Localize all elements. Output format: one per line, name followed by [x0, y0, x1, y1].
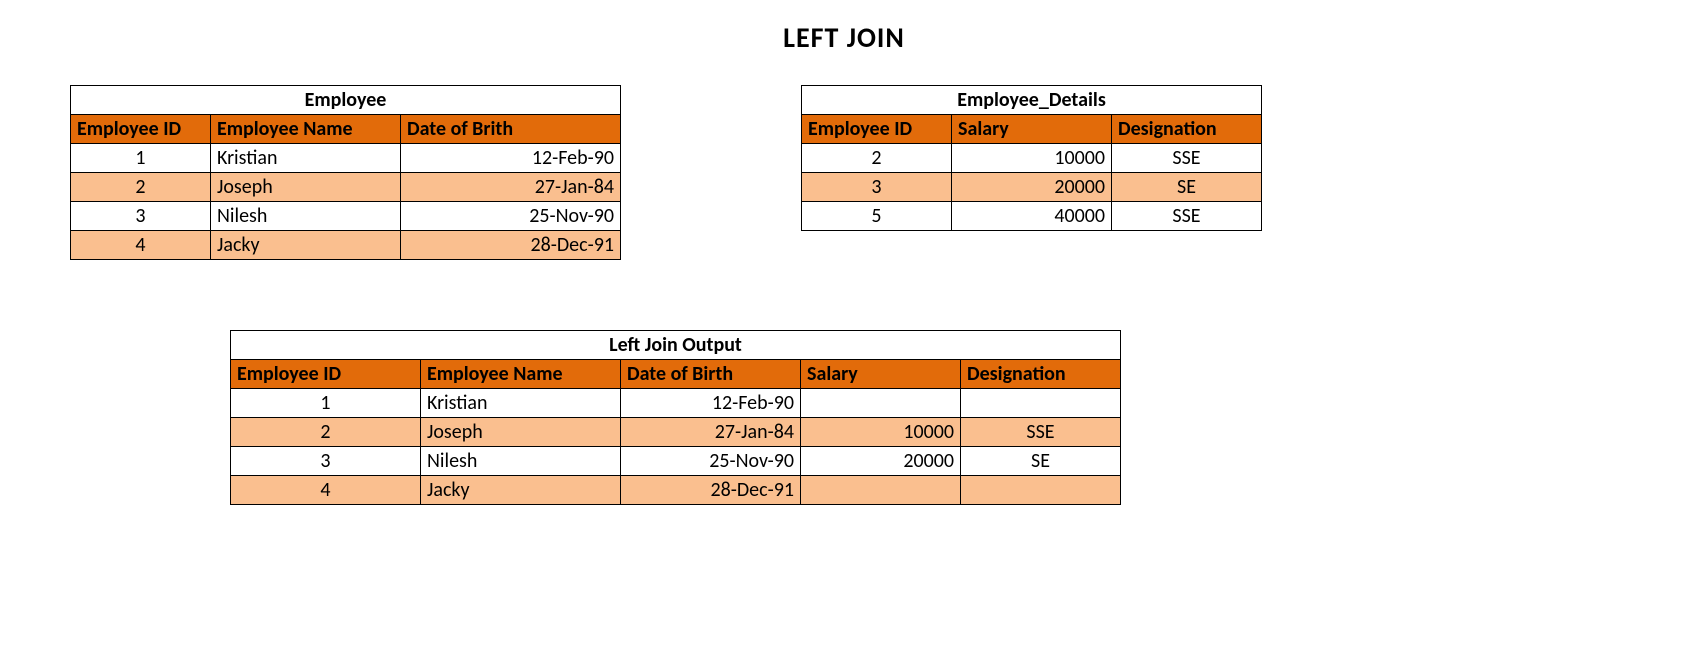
cell: Kristian [211, 144, 401, 173]
left-join-output-table: Left Join Output Employee ID Employee Na… [230, 330, 1121, 505]
cell: 20000 [952, 173, 1112, 202]
cell: Jacky [421, 476, 621, 505]
details-header-salary: Salary [952, 115, 1112, 144]
details-caption: Employee_Details [802, 86, 1262, 115]
table-row: 3 Nilesh 25-Nov-90 [71, 202, 621, 231]
cell: Kristian [421, 389, 621, 418]
table-row: 2 Joseph 27-Jan-84 [71, 173, 621, 202]
cell: SE [1112, 173, 1262, 202]
details-header-id: Employee ID [802, 115, 952, 144]
cell: 12-Feb-90 [401, 144, 621, 173]
cell: Joseph [421, 418, 621, 447]
cell: 27-Jan-84 [401, 173, 621, 202]
cell: 2 [802, 144, 952, 173]
output-header-desig: Designation [961, 360, 1121, 389]
table-row: 1 Kristian 12-Feb-90 [231, 389, 1121, 418]
employee-details-table: Employee_Details Employee ID Salary Desi… [801, 85, 1262, 231]
employee-table: Employee Employee ID Employee Name Date … [70, 85, 621, 260]
cell: SSE [961, 418, 1121, 447]
output-header-name: Employee Name [421, 360, 621, 389]
cell: 10000 [952, 144, 1112, 173]
cell: SSE [1112, 144, 1262, 173]
details-header-desig: Designation [1112, 115, 1262, 144]
table-row: 3 Nilesh 25-Nov-90 20000 SE [231, 447, 1121, 476]
cell: 2 [71, 173, 211, 202]
cell: 28-Dec-91 [621, 476, 801, 505]
cell: Joseph [211, 173, 401, 202]
table-row: 1 Kristian 12-Feb-90 [71, 144, 621, 173]
table-row: 2 Joseph 27-Jan-84 10000 SSE [231, 418, 1121, 447]
cell: SE [961, 447, 1121, 476]
cell: 12-Feb-90 [621, 389, 801, 418]
output-caption: Left Join Output [231, 331, 1121, 360]
cell: 20000 [801, 447, 961, 476]
cell: Jacky [211, 231, 401, 260]
cell: 1 [71, 144, 211, 173]
employee-header-dob: Date of Brith [401, 115, 621, 144]
cell: 10000 [801, 418, 961, 447]
cell: 40000 [952, 202, 1112, 231]
cell: 5 [802, 202, 952, 231]
cell: 3 [231, 447, 421, 476]
output-header-id: Employee ID [231, 360, 421, 389]
table-row: 3 20000 SE [802, 173, 1262, 202]
cell: Nilesh [211, 202, 401, 231]
cell: 28-Dec-91 [401, 231, 621, 260]
cell: 1 [231, 389, 421, 418]
cell: 3 [71, 202, 211, 231]
cell: 3 [802, 173, 952, 202]
employee-caption: Employee [71, 86, 621, 115]
cell: 4 [231, 476, 421, 505]
cell: 25-Nov-90 [621, 447, 801, 476]
cell [801, 389, 961, 418]
employee-header-id: Employee ID [71, 115, 211, 144]
employee-header-name: Employee Name [211, 115, 401, 144]
cell: Nilesh [421, 447, 621, 476]
output-header-salary: Salary [801, 360, 961, 389]
cell [961, 389, 1121, 418]
cell [961, 476, 1121, 505]
table-row: 4 Jacky 28-Dec-91 [231, 476, 1121, 505]
cell [801, 476, 961, 505]
cell: 2 [231, 418, 421, 447]
cell: SSE [1112, 202, 1262, 231]
cell: 27-Jan-84 [621, 418, 801, 447]
cell: 4 [71, 231, 211, 260]
page-title: LEFT JOIN [0, 20, 1688, 55]
table-row: 5 40000 SSE [802, 202, 1262, 231]
cell: 25-Nov-90 [401, 202, 621, 231]
output-header-dob: Date of Birth [621, 360, 801, 389]
table-row: 2 10000 SSE [802, 144, 1262, 173]
table-row: 4 Jacky 28-Dec-91 [71, 231, 621, 260]
